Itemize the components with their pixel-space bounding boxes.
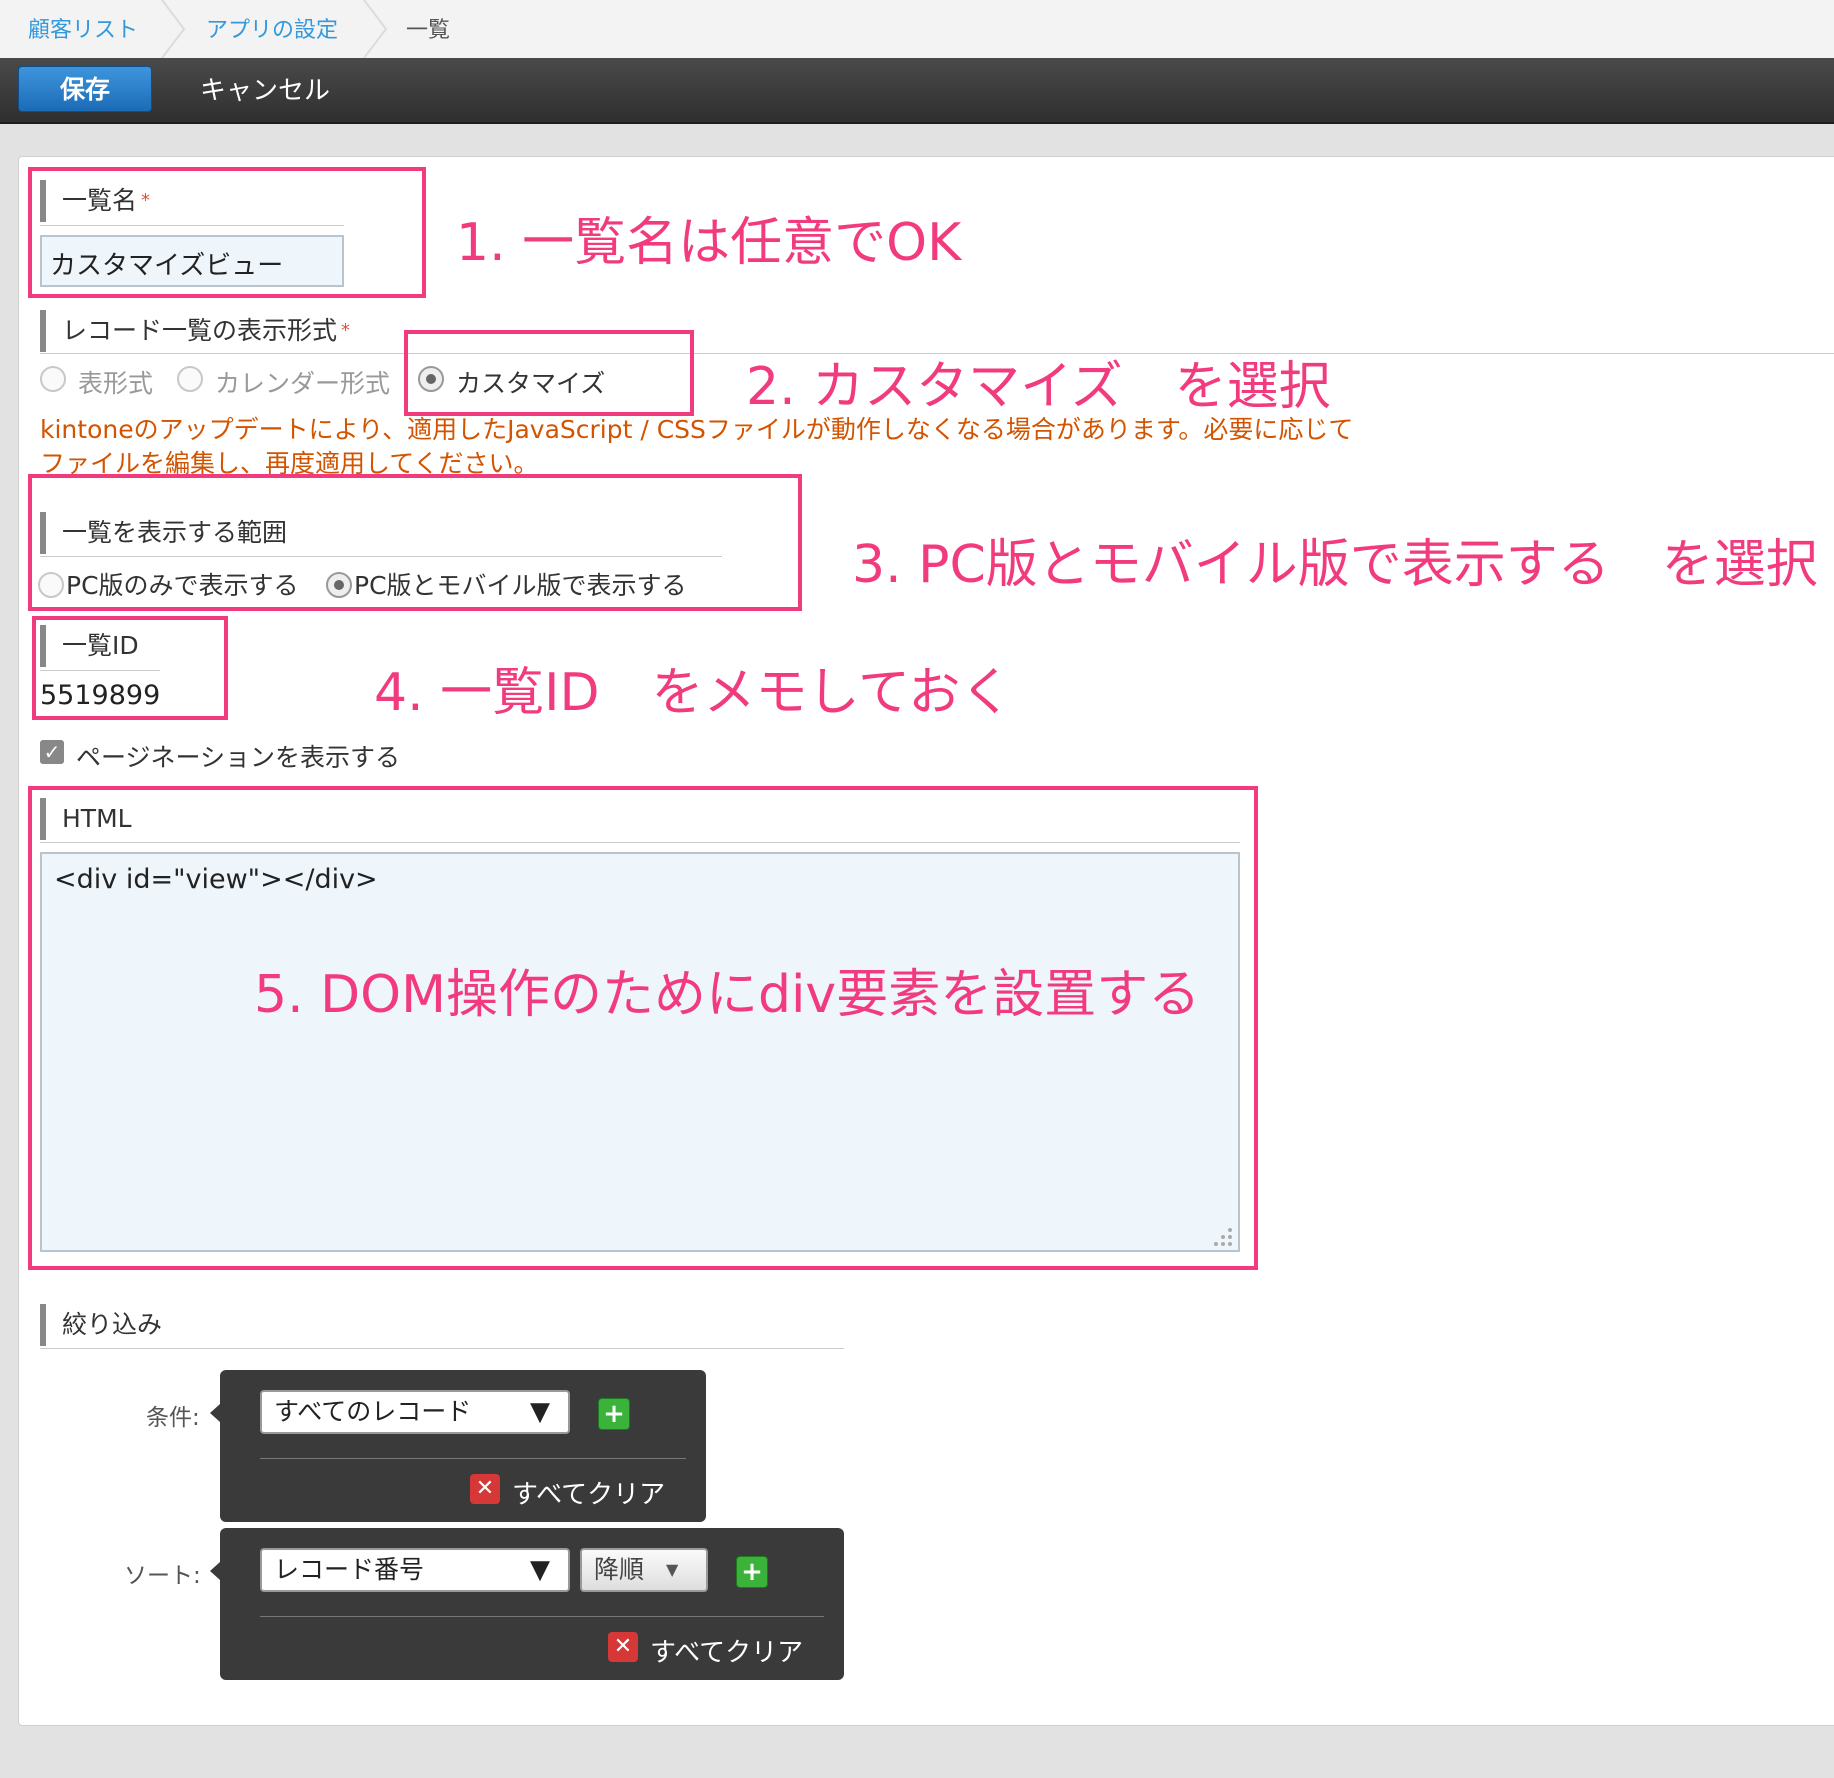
clear-sort-button[interactable]: すべてクリア <box>650 1632 803 1669</box>
sort-label: ソート: <box>124 1563 201 1589</box>
radio-label-pc-only: PC版のみで表示する <box>66 571 299 600</box>
radio-table-format[interactable] <box>40 366 66 392</box>
chevron-down-icon: ▼ <box>530 1397 550 1427</box>
chevron-down-icon: ▼ <box>666 1560 679 1579</box>
radio-pc-and-mobile[interactable] <box>326 572 352 598</box>
breadcrumb-separator-icon <box>161 0 186 58</box>
compatibility-warning: kintoneのアップデートにより、適用したJavaScript / CSSファ… <box>40 415 1354 475</box>
breadcrumb-item-customer-list[interactable]: 顧客リスト <box>28 12 138 44</box>
radio-calendar-format[interactable] <box>177 366 203 392</box>
clear-conditions-button[interactable]: すべてクリア <box>512 1474 665 1511</box>
cancel-button[interactable]: キャンセル <box>200 70 330 107</box>
annotation-box-1 <box>28 167 426 298</box>
condition-select[interactable]: すべてのレコード <box>260 1390 570 1434</box>
radio-label-table-format: 表形式 <box>78 369 154 398</box>
annotation-5: 5. DOM操作のためにdiv要素を設置する <box>254 965 1201 1025</box>
clear-sort-icon[interactable]: ✕ <box>608 1632 638 1662</box>
radio-label-calendar-format: カレンダー形式 <box>215 369 391 398</box>
annotation-2: 2. カスタマイズ を選択 <box>746 357 1331 417</box>
radio-label-pc-and-mobile: PC版とモバイル版で表示する <box>354 571 687 600</box>
add-sort-button[interactable]: + <box>736 1556 768 1588</box>
breadcrumb-separator-icon <box>363 0 388 58</box>
chevron-down-icon: ▼ <box>530 1555 550 1585</box>
sort-field-select[interactable]: レコード番号 <box>260 1548 570 1592</box>
annotation-box-2 <box>404 330 694 416</box>
radio-pc-only[interactable] <box>38 572 64 598</box>
display-format-label: レコード一覧の表示形式 * <box>40 310 350 352</box>
breadcrumb-item-app-settings[interactable]: アプリの設定 <box>206 12 338 44</box>
condition-label: 条件: <box>146 1405 200 1431</box>
display-scope-label: 一覧を表示する範囲 <box>40 512 287 554</box>
annotation-3: 3. PC版とモバイル版で表示する を選択 <box>852 535 1818 595</box>
filter-label: 絞り込み <box>40 1304 162 1346</box>
annotation-4: 4. 一覧ID をメモしておく <box>374 663 1013 723</box>
add-condition-button[interactable]: + <box>598 1398 630 1430</box>
annotation-1: 1. 一覧名は任意でOK <box>456 213 962 273</box>
annotation-box-5 <box>28 786 1258 1270</box>
pagination-label: ページネーションを表示する <box>76 743 401 772</box>
sort-order-select[interactable]: 降順 <box>580 1548 708 1592</box>
annotation-box-4 <box>32 616 228 720</box>
pagination-checkbox[interactable]: ✓ <box>40 740 64 764</box>
save-button[interactable]: 保存 <box>18 66 152 112</box>
clear-conditions-icon[interactable]: ✕ <box>470 1474 500 1504</box>
breadcrumb-item-list: 一覧 <box>406 18 451 43</box>
